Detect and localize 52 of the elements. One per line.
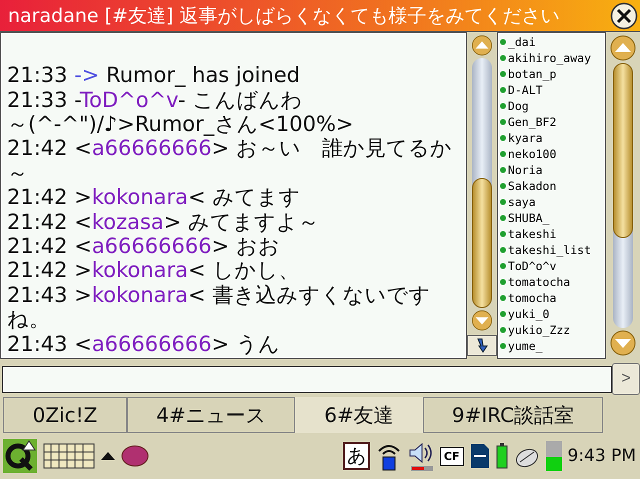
window-title: naradane [#友達] 返事がしばらくなくても様子をみてください — [8, 4, 560, 28]
clock: 9:43 PM — [568, 446, 636, 466]
cf-card-indicator[interactable]: CF — [440, 446, 464, 466]
keyboard-icon[interactable] — [43, 443, 95, 469]
chat-message: 21:43 <a66666666> うん — [7, 332, 281, 356]
user-item[interactable]: Dog — [500, 98, 604, 114]
user-item[interactable]: yuki_0 — [500, 306, 604, 322]
user-item[interactable]: yukio_Zzz — [500, 322, 604, 338]
channel-tab[interactable]: 0Zic!Z — [3, 397, 127, 433]
channel-tab[interactable]: 4#ニュース — [127, 397, 295, 433]
user-item[interactable]: Gen_BF2 — [500, 114, 604, 130]
chat-message: 21:33 -> Rumor_ has joined — [7, 63, 302, 88]
scroll-thumb[interactable] — [613, 63, 634, 238]
scroll-thumb[interactable] — [472, 178, 492, 308]
user-item[interactable]: botan_p — [500, 66, 604, 82]
user-item[interactable]: D-ALT — [500, 82, 604, 98]
user-item[interactable]: kyara — [500, 130, 604, 146]
channel-tab[interactable]: 9#IRC談話室 — [423, 397, 603, 433]
sd-card-icon[interactable] — [470, 443, 490, 469]
chat-message: 21:42 >kokonara< みてます — [7, 185, 302, 210]
chat-message: 21:42 >kokonara< しかし、 — [7, 258, 300, 283]
user-item[interactable]: takeshi_list — [500, 242, 604, 258]
user-item[interactable]: SHUBA_ — [500, 210, 604, 226]
user-item[interactable]: saya — [500, 194, 604, 210]
send-button[interactable]: > — [612, 363, 640, 395]
close-icon[interactable] — [610, 2, 638, 30]
ball-icon[interactable] — [121, 444, 149, 468]
message-input[interactable] — [2, 366, 612, 392]
user-item[interactable]: Sakadon — [500, 178, 604, 194]
chat-message: 21:42 <a66666666> おお — [7, 234, 281, 258]
arrow-icon — [474, 337, 489, 354]
user-item[interactable]: yume_ — [500, 338, 604, 354]
channel-tab[interactable]: 6#友達 — [295, 397, 423, 433]
user-item[interactable]: akihiro_away — [500, 50, 604, 66]
chat-message: 21:43 >kokonara< 書き込みすくないですね。 — [7, 282, 432, 332]
user-item[interactable]: tomatocha — [500, 274, 604, 290]
speaker-icon[interactable] — [408, 441, 434, 471]
input-method-indicator[interactable]: あ — [342, 442, 370, 470]
chat-message: 21:42 <a66666666> お～い 誰か見てるか～ — [7, 136, 453, 186]
scroll-to-end-button[interactable] — [466, 334, 497, 356]
chat-message: 21:42 <kozasa> みてますよ～ — [7, 210, 320, 234]
user-item[interactable]: ToD^o^v — [500, 258, 604, 274]
user-item[interactable]: neko100 — [500, 146, 604, 162]
chat-message: ～(^-^")/♪>Rumor_さん<100%> — [7, 112, 355, 136]
chat-message: 21:33 -ToD^o^v- こんばんわ — [7, 88, 304, 112]
user-item[interactable]: takeshi — [500, 226, 604, 242]
user-item[interactable]: _dai — [500, 34, 604, 50]
battery-icon[interactable] — [496, 443, 508, 469]
up-triangle-icon[interactable] — [101, 452, 115, 460]
user-item[interactable]: tomocha — [500, 290, 604, 306]
q-launcher-icon[interactable] — [3, 439, 37, 473]
user-item[interactable]: Noria — [500, 162, 604, 178]
